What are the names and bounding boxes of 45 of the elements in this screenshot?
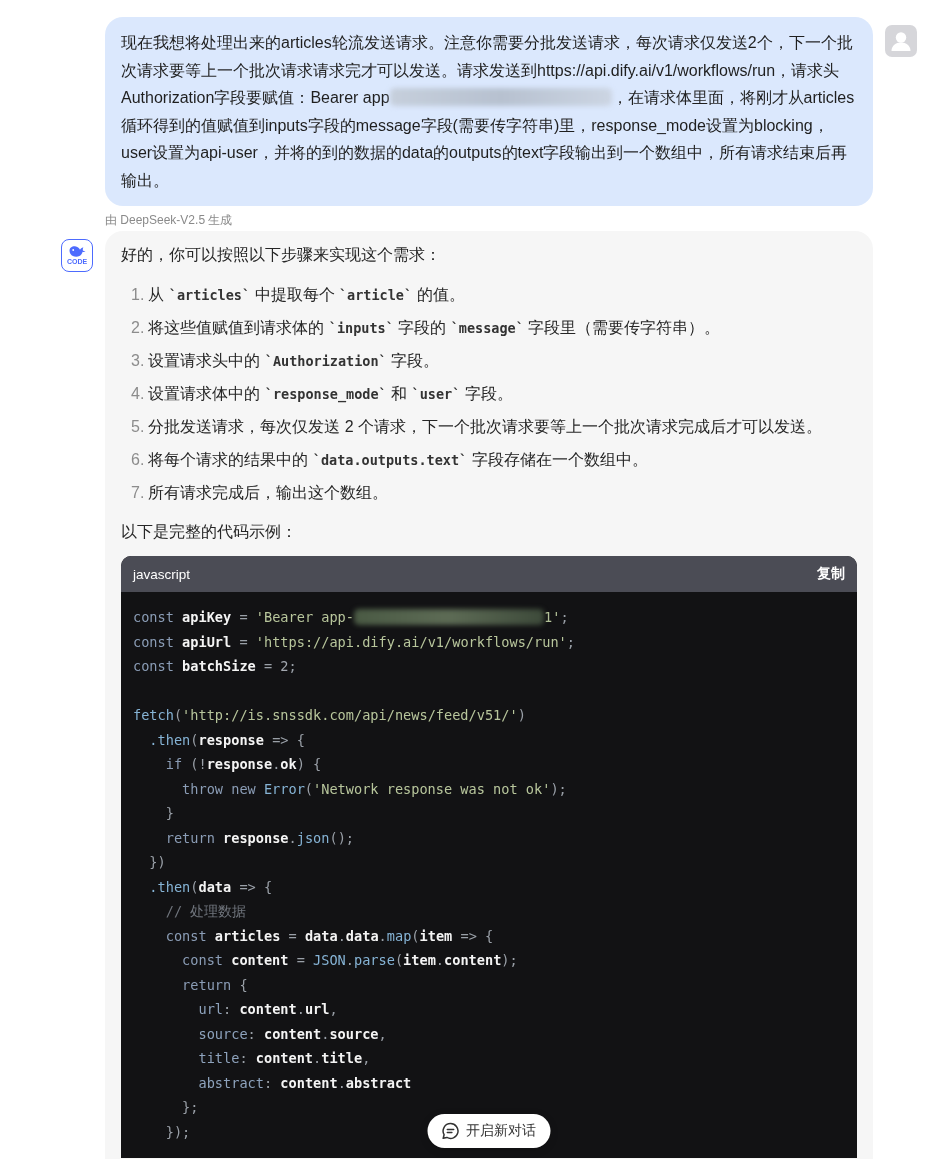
code-line: }; xyxy=(182,1098,199,1117)
copy-button[interactable]: 复制 xyxy=(817,565,845,583)
list-number: 2. xyxy=(131,318,145,338)
list-item-text: 从 `articles` 中提取每个 `article` 的值。 xyxy=(148,285,465,305)
reply-intro: 好的，你可以按照以下步骤来实现这个需求： xyxy=(121,245,441,265)
new-chat-button[interactable]: 开启新对话 xyxy=(427,1114,551,1148)
message-text: 现在我想将处理出来的articles轮流发送请求。注意你需要分批发送请求，每次请求仅发送2个，下一个批次请求要等上一个批次请求请求完才可以发送。请求发送到https://api.dify.ai/v1/workflows/run，请求头Authorization字段要赋值：Bearer app ，在请求体里面，将刚才从articles循环得到的值赋值到inputs字段的message字段(需要传字符串)里，response_mode设置为blocking，user设置为api-user，并将的到的数据的data的outputs的text字段输出到一个数组中，所有请求结束后再输出。 xyxy=(121,33,856,191)
code-line: source: content.source, xyxy=(198,1024,387,1044)
list-number: 4. xyxy=(131,384,145,404)
list-number: 5. xyxy=(131,417,145,437)
code-line: return response.json(); xyxy=(165,828,354,848)
code-line: url: content.url, xyxy=(198,1000,338,1019)
user-avatar-icon xyxy=(885,25,917,57)
code-line: const apiUrl = 'https://api.dify.ai/v1/workflows/run'; xyxy=(133,632,575,652)
list-number: 3. xyxy=(131,351,145,371)
list-item-text: 设置请求头中的 `Authorization` 字段。 xyxy=(148,351,440,371)
code-line: fetch('http://is.snssdk.com/api/news/feed/v51/') xyxy=(133,706,526,725)
code-line: } xyxy=(165,804,174,823)
code-line: .then(response => { xyxy=(149,730,305,750)
code-line: .then(data => { xyxy=(149,877,273,897)
code-line: const apiKey = 'Bearer app- 1'; xyxy=(133,608,569,627)
code-language-label: javascript xyxy=(133,566,191,582)
list-number: 6. xyxy=(131,450,145,470)
code-line: title: content.title, xyxy=(198,1049,371,1068)
code-line: // 处理数据 xyxy=(165,902,247,921)
code-line: }) xyxy=(149,853,166,872)
list-item-text: 设置请求体中的 `response_mode` 和 `user` 字段。 xyxy=(148,384,513,405)
model-caption: 由 DeepSeek-V2.5 生成 xyxy=(105,212,233,228)
whale-icon xyxy=(68,245,86,258)
list-item-text: 将这些值赋值到请求体的 `inputs` 字段的 `message` 字段里（需要传字符串）。 xyxy=(148,318,721,338)
code-line: if (!response.ok) { xyxy=(165,755,322,774)
list-item-text: 将每个请求的结果中的 `data.outputs.text` 字段存储在一个数组中。 xyxy=(148,450,648,470)
code-line: }); xyxy=(165,1122,191,1142)
code-line: const articles = data.data.map(item => { xyxy=(165,926,494,946)
code-line: throw new Error('Network response was not ok'); xyxy=(182,779,567,799)
reply-outro: 以下是完整的代码示例： xyxy=(121,522,297,542)
code-line: const content = JSON.parse(item.content); xyxy=(182,951,518,970)
list-item-text: 分批发送请求，每次仅发送 2 个请求，下一个批次请求要等上一个批次请求完成后才可以发送。 xyxy=(148,417,823,437)
list-item-text: 所有请求完成后，输出这个数组。 xyxy=(148,483,389,503)
code-line: abstract: content.abstract xyxy=(198,1073,412,1093)
code-line: return { xyxy=(182,975,248,995)
chat-bubble-icon xyxy=(441,1122,460,1140)
list-number: 7. xyxy=(131,483,145,503)
code-line: const batchSize = 2; xyxy=(133,657,297,676)
list-number: 1. xyxy=(131,285,145,305)
